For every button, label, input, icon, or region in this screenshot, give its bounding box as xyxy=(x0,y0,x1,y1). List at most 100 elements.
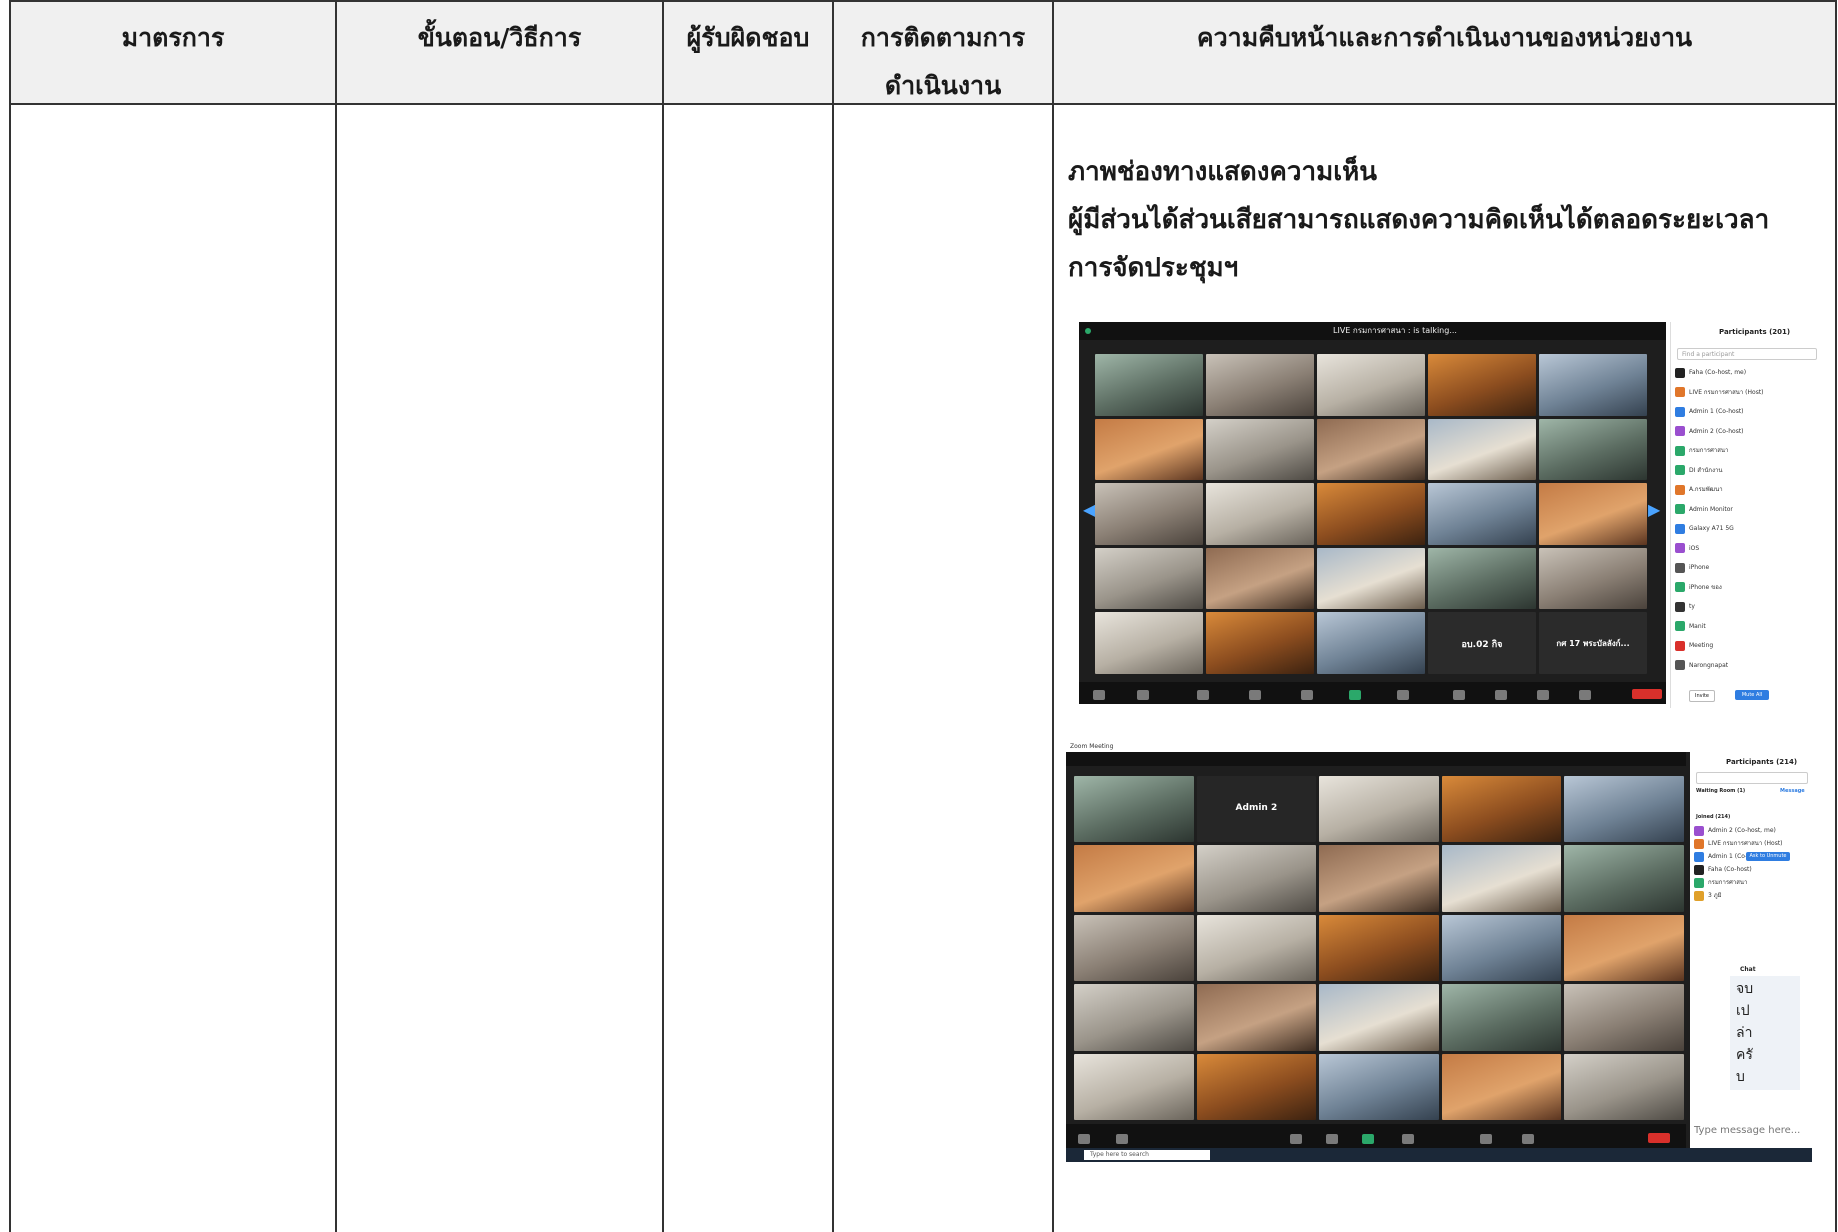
start-video-button[interactable] xyxy=(1137,690,1149,700)
video-tile[interactable] xyxy=(1206,483,1314,545)
video-tile[interactable] xyxy=(1074,776,1194,843)
video-tile[interactable] xyxy=(1564,1053,1684,1120)
video-tile[interactable] xyxy=(1206,354,1314,416)
participant-row[interactable]: iPhone xyxy=(1675,561,1819,575)
video-tile[interactable] xyxy=(1564,776,1684,843)
prev-page-arrow-icon[interactable]: ◀ xyxy=(1083,500,1095,519)
video-tile[interactable] xyxy=(1428,418,1536,481)
reactions-button-2[interactable] xyxy=(1480,1134,1492,1144)
video-tile[interactable] xyxy=(1428,354,1536,416)
ask-unmute-button[interactable]: Ask to Unmute xyxy=(1746,852,1790,861)
video-tile[interactable] xyxy=(1539,547,1647,610)
video-tile[interactable] xyxy=(1428,483,1536,545)
participants-button[interactable] xyxy=(1249,690,1261,700)
video-tile[interactable] xyxy=(1539,354,1647,416)
mute-all-button[interactable]: Mute All xyxy=(1735,690,1769,700)
video-tile[interactable] xyxy=(1206,547,1314,610)
apps-button[interactable] xyxy=(1495,690,1507,700)
participant-row[interactable]: กรมการศาสนา xyxy=(1694,876,1808,890)
recording-button-2[interactable] xyxy=(1402,1134,1414,1144)
more-button[interactable] xyxy=(1579,690,1591,700)
video-tile[interactable] xyxy=(1319,914,1439,982)
video-tile[interactable] xyxy=(1564,914,1684,982)
whiteboards-button[interactable] xyxy=(1537,690,1549,700)
video-tile[interactable] xyxy=(1074,845,1194,912)
video-tile[interactable] xyxy=(1095,612,1203,674)
unmute-button[interactable] xyxy=(1093,690,1105,700)
video-tile[interactable] xyxy=(1196,984,1317,1051)
participant-row[interactable]: Faha (Co-host, me) xyxy=(1675,366,1819,380)
video-tile[interactable] xyxy=(1317,418,1425,481)
video-tile[interactable] xyxy=(1074,1053,1194,1120)
reactions-button[interactable] xyxy=(1453,690,1465,700)
video-tile[interactable] xyxy=(1319,1053,1439,1120)
video-tile[interactable] xyxy=(1441,1053,1562,1120)
video-tile[interactable] xyxy=(1319,984,1439,1051)
share-screen-button-2[interactable] xyxy=(1362,1134,1374,1144)
video-tile[interactable] xyxy=(1539,418,1647,481)
video-tile[interactable] xyxy=(1319,776,1439,843)
video-tile[interactable] xyxy=(1428,547,1536,610)
video-tile[interactable] xyxy=(1196,845,1317,912)
chat-button[interactable] xyxy=(1301,690,1313,700)
video-tile[interactable] xyxy=(1319,845,1439,912)
participant-row[interactable]: Admin 2 (Co-host, me) xyxy=(1694,824,1808,838)
video-tile[interactable] xyxy=(1317,612,1425,674)
video-tile[interactable] xyxy=(1441,984,1562,1051)
video-tile[interactable]: Admin 2 xyxy=(1196,776,1317,843)
participant-row[interactable]: LIVE กรมการศาสนา (Host) xyxy=(1675,386,1819,400)
video-tile[interactable]: กศ 17 พระบัลลังก์... xyxy=(1539,612,1647,674)
participant-row[interactable]: Faha (Co-host) xyxy=(1694,863,1808,877)
next-page-arrow-icon[interactable]: ▶ xyxy=(1648,500,1660,519)
video-tile[interactable] xyxy=(1095,354,1203,416)
participant-row[interactable]: Meeting xyxy=(1675,639,1819,653)
video-tile[interactable] xyxy=(1095,483,1203,545)
chat-input[interactable]: Type message here... xyxy=(1694,1124,1806,1138)
chat-button-2[interactable] xyxy=(1326,1134,1338,1144)
participant-row[interactable]: Manit xyxy=(1675,620,1819,634)
participant-row[interactable]: Admin 1 (Co-host) xyxy=(1675,405,1819,419)
participant-row[interactable]: iPhone ของ xyxy=(1675,581,1819,595)
start-video-button-2[interactable] xyxy=(1116,1134,1128,1144)
video-tile[interactable] xyxy=(1196,1053,1317,1120)
video-tile[interactable] xyxy=(1564,845,1684,912)
leave-button-2[interactable] xyxy=(1648,1133,1670,1143)
participant-row[interactable]: LIVE กรมการศาสนา (Host) xyxy=(1694,837,1808,851)
participant-row[interactable]: iOS xyxy=(1675,542,1819,556)
participant-row[interactable]: ty xyxy=(1675,600,1819,614)
video-tile[interactable] xyxy=(1441,845,1562,912)
participant-row[interactable]: Admin 2 (Co-host) xyxy=(1675,425,1819,439)
participants-button-2[interactable] xyxy=(1290,1134,1302,1144)
unmute-button-2[interactable] xyxy=(1078,1134,1090,1144)
participant-search[interactable]: Find a participant xyxy=(1677,348,1817,360)
video-tile[interactable]: อบ.02 กิจ xyxy=(1428,612,1536,674)
participant-row[interactable]: กรมการศาสนา xyxy=(1675,444,1819,458)
participant-row[interactable]: Galaxy A71 5G xyxy=(1675,522,1819,536)
participant-row[interactable]: A.กรมพัฒนา xyxy=(1675,483,1819,497)
share-screen-button[interactable] xyxy=(1349,690,1361,700)
recording-button[interactable] xyxy=(1397,690,1409,700)
video-tile[interactable] xyxy=(1095,547,1203,610)
taskbar-search[interactable]: Type here to search xyxy=(1084,1150,1210,1160)
participant-row[interactable]: 3 ภูมิ xyxy=(1694,889,1808,903)
participant-row[interactable]: Narongnapat xyxy=(1675,659,1819,673)
video-tile[interactable] xyxy=(1095,418,1203,481)
video-tile[interactable] xyxy=(1206,612,1314,674)
apps-button-2[interactable] xyxy=(1522,1134,1534,1144)
message-link[interactable]: Message xyxy=(1780,788,1805,794)
video-tile[interactable] xyxy=(1317,547,1425,610)
security-button[interactable] xyxy=(1197,690,1209,700)
participant-row[interactable]: Admin Monitor xyxy=(1675,503,1819,517)
video-tile[interactable] xyxy=(1317,483,1425,545)
video-tile[interactable] xyxy=(1564,984,1684,1051)
participant-search-2[interactable] xyxy=(1696,772,1808,784)
video-tile[interactable] xyxy=(1196,914,1317,982)
leave-button[interactable] xyxy=(1632,689,1662,699)
video-tile[interactable] xyxy=(1074,984,1194,1051)
video-tile[interactable] xyxy=(1441,914,1562,982)
participant-row[interactable]: DI สำนักงาน xyxy=(1675,464,1819,478)
video-tile[interactable] xyxy=(1539,483,1647,545)
video-tile[interactable] xyxy=(1441,776,1562,843)
invite-button[interactable]: Invite xyxy=(1689,690,1715,702)
video-tile[interactable] xyxy=(1317,354,1425,416)
